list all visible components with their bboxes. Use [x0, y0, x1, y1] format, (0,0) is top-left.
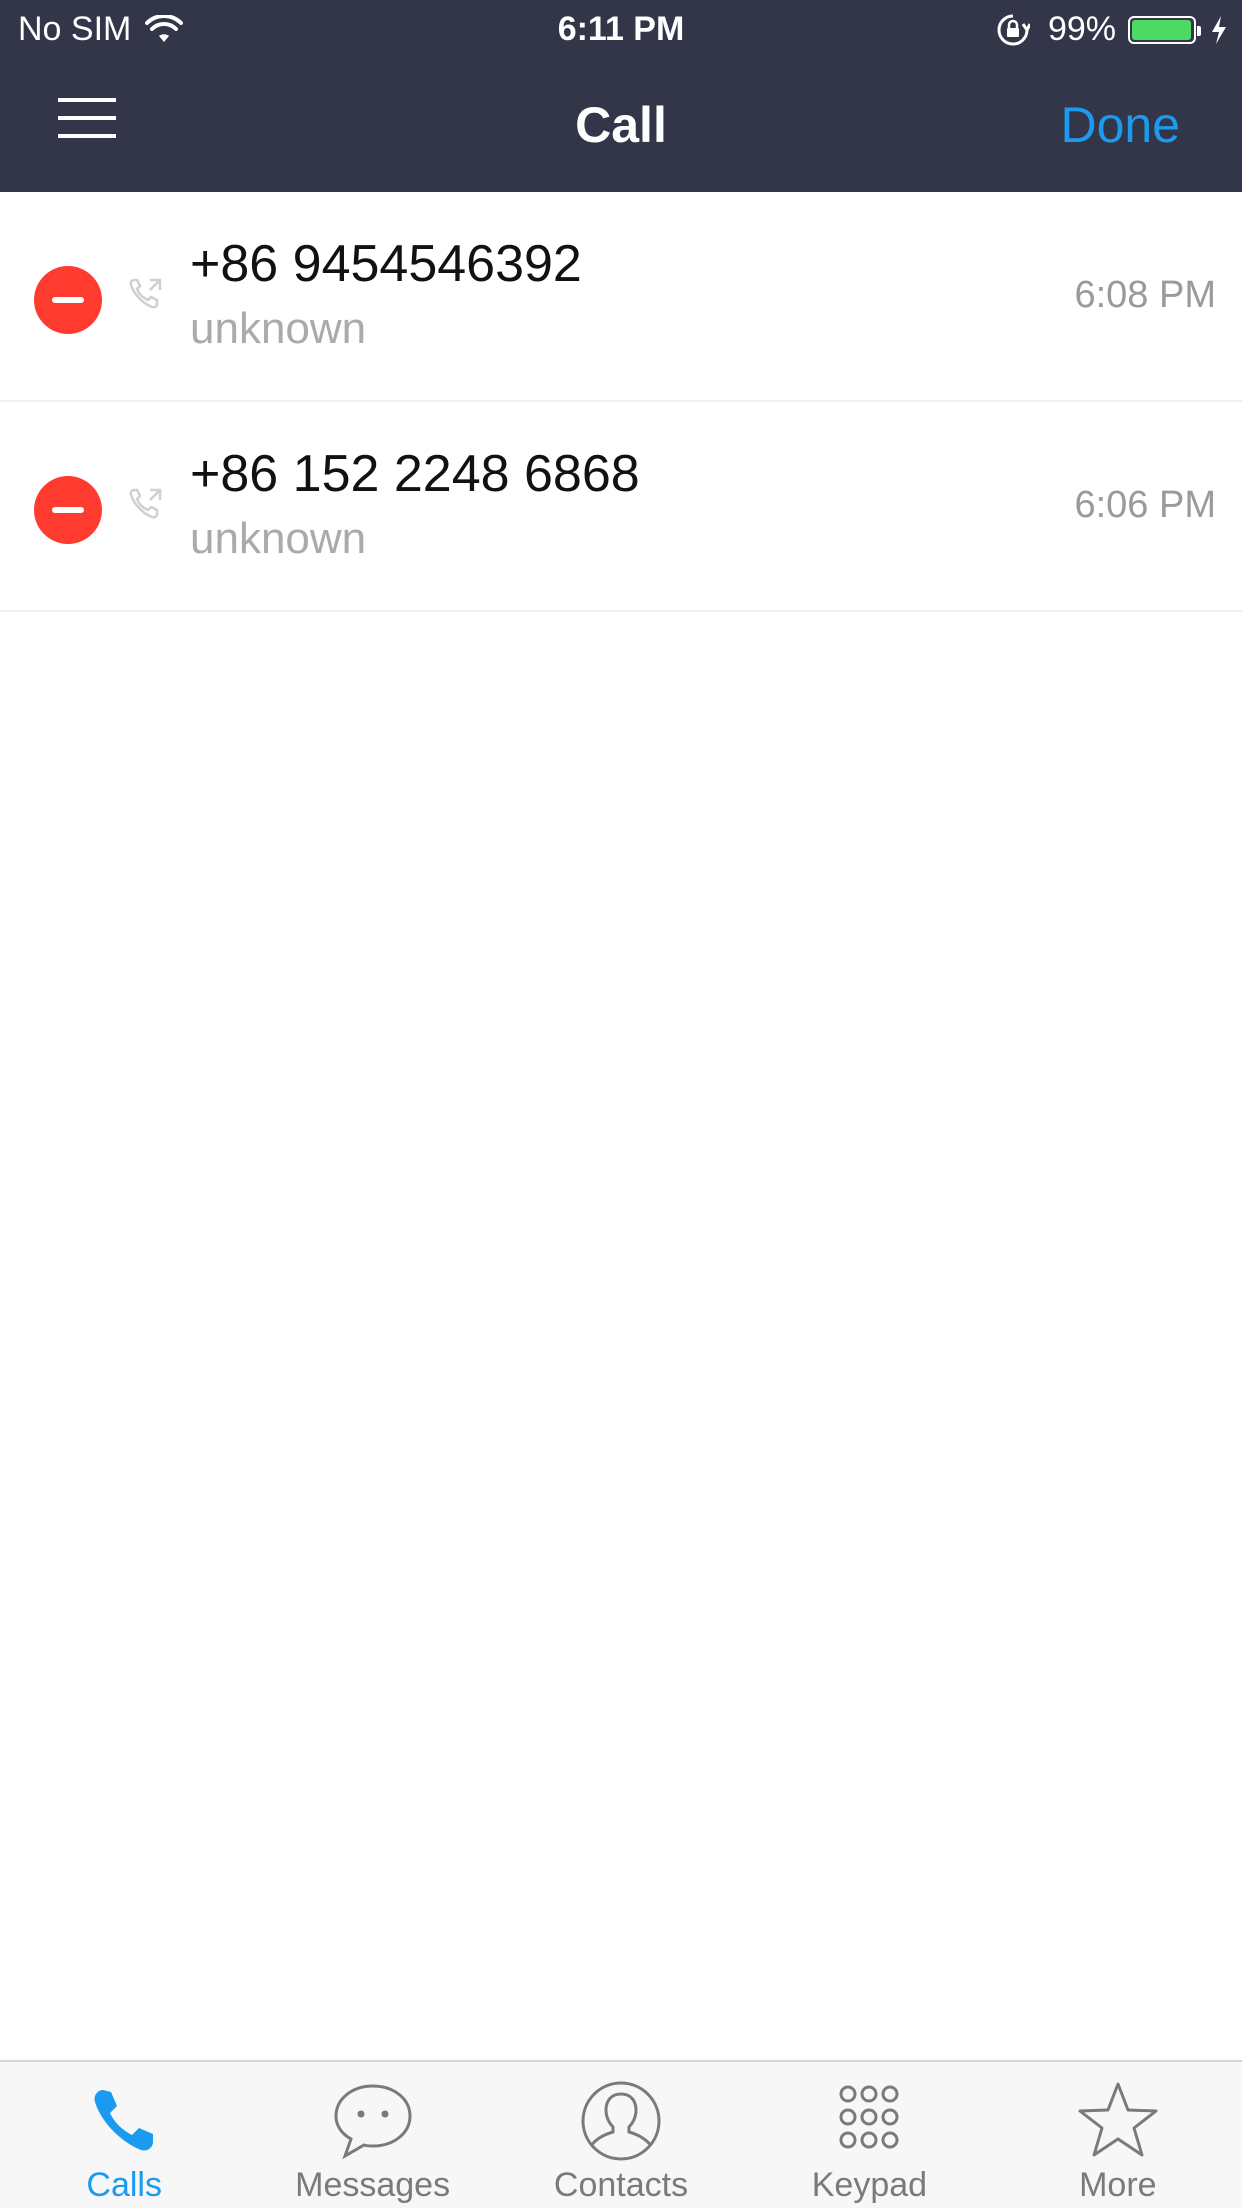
minus-icon	[52, 297, 84, 303]
orientation-lock-icon	[997, 14, 1030, 45]
header: No SIM 6:11 PM 99% Call Done	[0, 0, 1242, 192]
call-list: +86 9454546392 unknown 6:08 PM +86 152 2…	[0, 192, 1242, 612]
charging-bolt-icon	[1212, 15, 1226, 44]
call-row[interactable]: +86 9454546392 unknown 6:08 PM	[0, 192, 1242, 402]
call-time: 6:08 PM	[1074, 274, 1216, 316]
tab-label: Keypad	[811, 2166, 928, 2204]
chat-bubble-icon	[334, 2084, 412, 2160]
star-icon	[1078, 2082, 1158, 2157]
battery-fill	[1132, 19, 1192, 40]
call-number: +86 9454546392	[190, 235, 582, 293]
person-icon	[581, 2081, 661, 2161]
outgoing-call-icon	[129, 488, 162, 519]
battery-icon	[1128, 15, 1201, 44]
nav-bar: Call Done	[0, 60, 1242, 192]
done-button[interactable]: Done	[1060, 96, 1180, 154]
status-right: 99%	[996, 10, 1228, 49]
battery-percentage: 99%	[1047, 10, 1116, 48]
tab-messages[interactable]: Messages	[248, 2062, 496, 2208]
call-number: +86 152 2248 6868	[190, 445, 640, 503]
page-title: Call	[575, 97, 667, 153]
tab-more[interactable]: More	[994, 2062, 1242, 2208]
tab-label: More	[1079, 2166, 1157, 2204]
tab-label: Messages	[295, 2166, 451, 2204]
tab-label: Contacts	[553, 2166, 689, 2204]
call-label: unknown	[190, 514, 367, 563]
outgoing-call-icon	[129, 278, 162, 309]
minus-icon	[52, 507, 84, 513]
delete-button[interactable]	[34, 476, 102, 544]
tab-keypad[interactable]: Keypad	[745, 2062, 993, 2208]
tab-contacts[interactable]: Contacts	[497, 2062, 745, 2208]
keypad-icon	[839, 2085, 899, 2149]
status-bar: No SIM 6:11 PM 99%	[0, 0, 1242, 60]
call-time: 6:06 PM	[1074, 484, 1216, 526]
tab-calls[interactable]: Calls	[0, 2062, 248, 2208]
phone-icon	[94, 2090, 154, 2151]
call-row[interactable]: +86 152 2248 6868 unknown 6:06 PM	[0, 402, 1242, 612]
tab-bar: Calls Messages Contacts Keypad More	[0, 2060, 1242, 2208]
delete-button[interactable]	[34, 266, 102, 334]
call-label: unknown	[190, 304, 367, 353]
tab-label: Calls	[86, 2166, 162, 2204]
